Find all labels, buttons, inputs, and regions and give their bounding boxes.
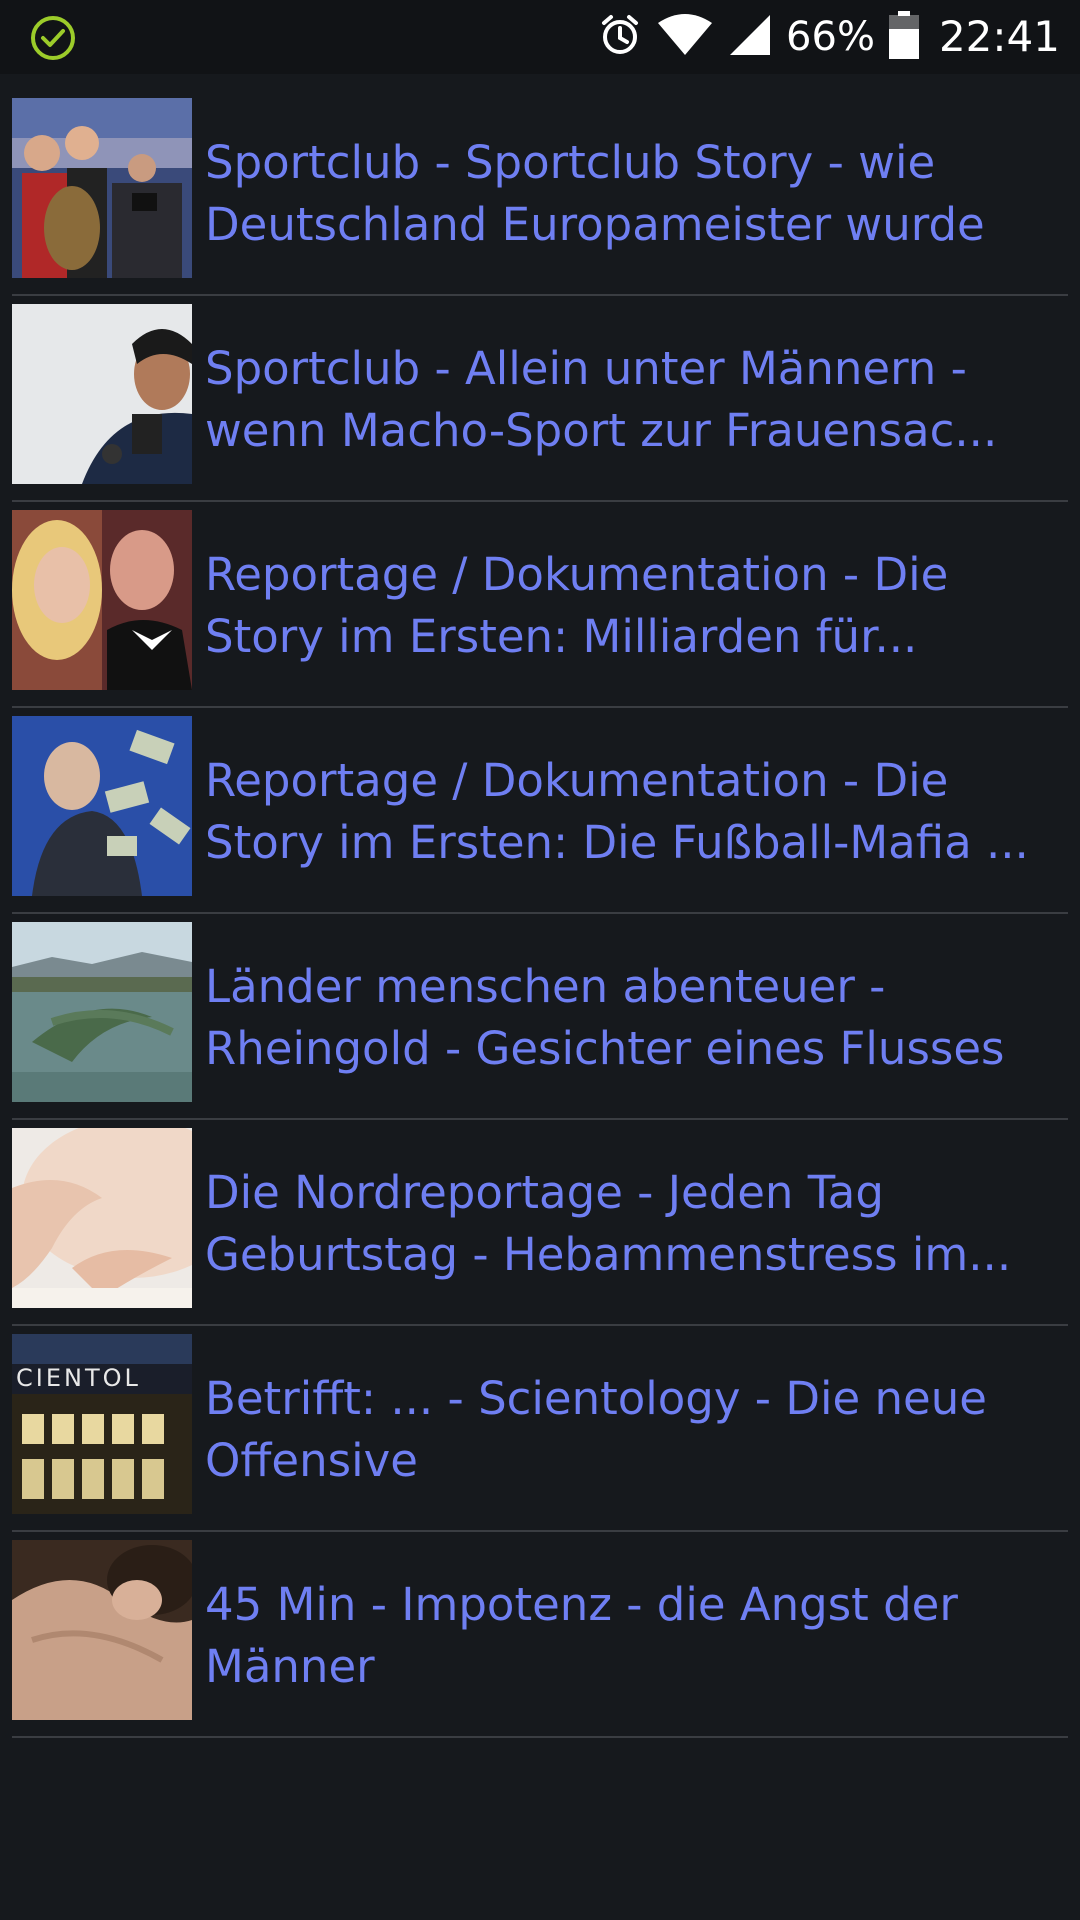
- list-item[interactable]: Reportage / Dokumentation - Die Story im …: [12, 710, 1068, 914]
- thumbnail-image: [12, 510, 192, 690]
- wifi-icon: [656, 13, 714, 62]
- thumbnail-image: [12, 1540, 192, 1720]
- check-circle-icon: [30, 15, 76, 61]
- battery-icon: [888, 10, 919, 64]
- item-title[interactable]: 45 Min - Impotenz - die Angst der Männer: [205, 1574, 1075, 1698]
- battery-percent: 66%: [786, 14, 875, 60]
- status-bar: 66% 22:41: [0, 0, 1080, 74]
- thumbnail-image: [12, 98, 192, 278]
- svg-text:CIENTOL: CIENTOL: [16, 1364, 141, 1392]
- alarm-icon: [598, 13, 642, 62]
- thumbnail-image: [12, 716, 192, 896]
- item-title[interactable]: Betrifft: ... - Scientology - Die neue Of…: [205, 1368, 1075, 1492]
- list-item[interactable]: Reportage / Dokumentation - Die Story im …: [12, 504, 1068, 708]
- list-item[interactable]: Länder menschen abenteuer - Rheingold - G…: [12, 916, 1068, 1120]
- item-title[interactable]: Reportage / Dokumentation - Die Story im …: [205, 544, 1075, 668]
- thumbnail-image: [12, 304, 192, 484]
- thumbnail-image: CIENTOL: [12, 1334, 192, 1514]
- item-title[interactable]: Die Nordreportage - Jeden Tag Geburtstag …: [205, 1162, 1075, 1286]
- list-item[interactable]: Sportclub - Allein unter Männern - wenn M…: [12, 298, 1068, 502]
- status-icons: 66% 22:41: [598, 0, 1060, 74]
- list-item[interactable]: Sportclub - Sportclub Story - wie Deutsch…: [12, 92, 1068, 296]
- item-title[interactable]: Reportage / Dokumentation - Die Story im …: [205, 750, 1075, 874]
- list-item[interactable]: Die Nordreportage - Jeden Tag Geburtstag …: [12, 1122, 1068, 1326]
- list-item[interactable]: CIENTOL Betrifft: ... - Scientology - Di…: [12, 1328, 1068, 1532]
- item-title[interactable]: Länder menschen abenteuer - Rheingold - G…: [205, 956, 1075, 1080]
- item-title[interactable]: Sportclub - Allein unter Männern - wenn M…: [205, 338, 1075, 462]
- list-item[interactable]: 45 Min - Impotenz - die Angst der Männer: [12, 1534, 1068, 1738]
- video-list: Sportclub - Sportclub Story - wie Deutsch…: [12, 92, 1068, 1740]
- thumbnail-image: [12, 922, 192, 1102]
- item-title[interactable]: Sportclub - Sportclub Story - wie Deutsch…: [205, 132, 1075, 256]
- signal-icon: [728, 13, 772, 62]
- clock: 22:41: [938, 12, 1060, 61]
- thumbnail-image: [12, 1128, 192, 1308]
